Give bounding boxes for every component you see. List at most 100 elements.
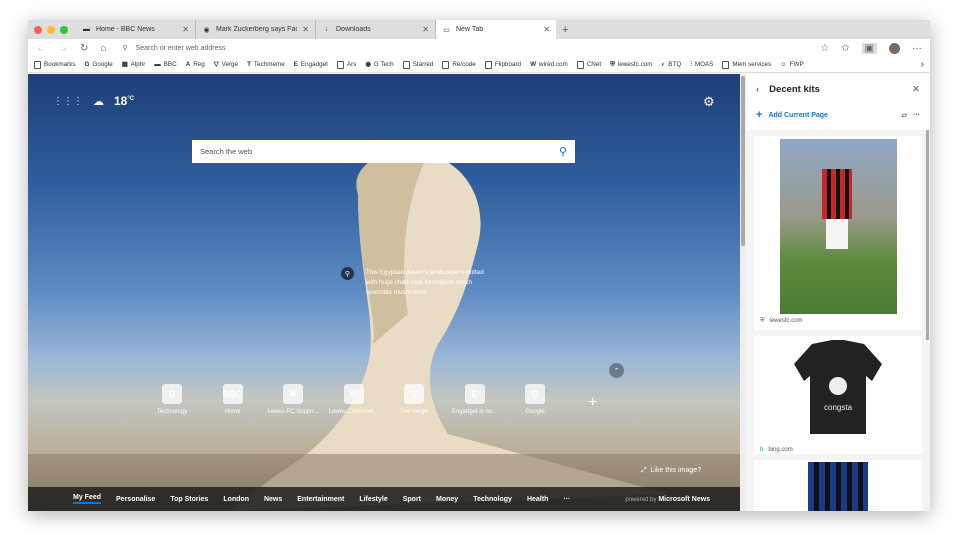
bookmark-lewesfc-com[interactable]: ⛨ lewesfc.com bbox=[610, 61, 652, 69]
feed-tab[interactable]: My Feed bbox=[73, 494, 102, 504]
bookmark-fwp[interactable]: ☺ FWP bbox=[780, 61, 803, 68]
like-image-button[interactable]: ⤢ Like this image? bbox=[641, 467, 701, 475]
bookmark-bbc[interactable]: ▬ BBC bbox=[154, 61, 176, 68]
card-source: bing.com bbox=[768, 447, 793, 453]
top-site-tile[interactable]: G Google bbox=[505, 384, 565, 415]
collections-sidebar: ‹ Decent kits ✕ + Add Current Page ▱ ··· ⛨ lew… bbox=[746, 74, 930, 511]
collections-icon[interactable]: ▣ bbox=[861, 42, 877, 54]
bookmark-google[interactable]: G Google bbox=[85, 61, 113, 68]
bookmark-label: lewesfc.com bbox=[617, 61, 653, 68]
maximize-window-button[interactable] bbox=[60, 25, 68, 34]
collection-card[interactable]: ⛨ lewesfc.com bbox=[754, 136, 922, 330]
guardian-icon: ◉ bbox=[203, 26, 210, 34]
back-chevron-icon[interactable]: ‹ bbox=[756, 84, 759, 95]
tab-new-tab[interactable]: ▭ New Tab ✕ bbox=[436, 20, 556, 39]
collection-title: Decent kits bbox=[769, 84, 820, 95]
more-options-icon[interactable]: ··· bbox=[913, 112, 920, 119]
bookmark-verge[interactable]: ▽ Verge bbox=[214, 61, 238, 68]
bookmark-moas[interactable]: ⫶ MOAS bbox=[690, 61, 713, 69]
top-site-tile[interactable]: BBC Home bbox=[203, 384, 263, 415]
microsoft-news-link[interactable]: Microsoft News bbox=[658, 496, 710, 503]
top-site-tile[interactable]: ▽ The Verge bbox=[384, 384, 444, 415]
bookmark-label: Bookmarks bbox=[44, 61, 76, 68]
bookmark-icon: ◐ bbox=[661, 61, 666, 68]
close-icon[interactable]: ✕ bbox=[912, 84, 920, 95]
site-icon: ⛨ bbox=[343, 384, 364, 404]
bookmark-label: Engadget bbox=[300, 61, 328, 68]
avatar[interactable] bbox=[889, 42, 900, 54]
bookmark-re-code[interactable]: Re/code bbox=[442, 60, 476, 69]
close-tab-icon[interactable]: ✕ bbox=[182, 25, 189, 34]
close-window-button[interactable] bbox=[34, 25, 42, 34]
feed-tab[interactable]: Lifestyle bbox=[359, 496, 387, 503]
collection-card[interactable]: congsta b bing.com bbox=[754, 336, 922, 454]
close-tab-icon[interactable]: ✕ bbox=[302, 25, 309, 34]
feed-tab[interactable]: Top Stories bbox=[170, 496, 208, 503]
top-site-tile[interactable]: ⛨ Lewes Communi... bbox=[324, 384, 384, 415]
bookmark-icon bbox=[442, 60, 450, 69]
settings-gear-icon[interactable]: ⚙ bbox=[703, 94, 715, 110]
feed-tab[interactable]: Entertainment bbox=[297, 496, 344, 503]
bookmark-ars[interactable]: Ars bbox=[336, 60, 356, 69]
bookmark-flipboard[interactable]: Flipboard bbox=[484, 60, 521, 69]
close-tab-icon[interactable]: ✕ bbox=[422, 25, 429, 34]
top-site-tile[interactable]: ⛨ Lewes FC Suppo... bbox=[263, 384, 323, 415]
web-search-input[interactable]: Search the web ⚲ bbox=[192, 140, 575, 163]
feed-tab[interactable]: Health bbox=[527, 496, 548, 503]
collection-card[interactable] bbox=[754, 460, 922, 511]
more-bookmarks-chevron-icon[interactable]: › bbox=[921, 59, 924, 70]
new-tab-button[interactable]: + bbox=[556, 24, 568, 36]
bookmark-btq[interactable]: ◐ BTQ bbox=[661, 61, 681, 68]
bookmark-label: Techmeme bbox=[253, 61, 285, 68]
search-icon[interactable]: ⚲ bbox=[559, 145, 567, 158]
weather-widget[interactable]: ⋮⋮⋮ ☁ 18°C bbox=[53, 94, 134, 108]
apps-grid-icon[interactable]: ⋮⋮⋮ bbox=[53, 96, 83, 107]
search-placeholder: Search the web bbox=[200, 147, 253, 156]
feed-tab[interactable]: Money bbox=[436, 496, 458, 503]
bookmark-starred[interactable]: Starred bbox=[402, 60, 433, 69]
bookmark-bookmarks[interactable]: Bookmarks bbox=[34, 60, 76, 69]
download-icon: ↓ bbox=[324, 26, 329, 33]
top-site-tile[interactable]: E Engadget is no... bbox=[445, 384, 505, 415]
favorite-star-icon[interactable]: ☆ bbox=[820, 43, 829, 54]
sidebar-scrollbar[interactable] bbox=[926, 130, 929, 340]
minimize-window-button[interactable] bbox=[47, 25, 55, 34]
bookmark-icon bbox=[34, 60, 41, 69]
bookmark-reg[interactable]: A Reg bbox=[186, 61, 205, 68]
home-button[interactable]: ⌂ bbox=[100, 43, 106, 54]
feed-tab[interactable]: Sport bbox=[403, 496, 421, 503]
bookmark-wired-com[interactable]: Wwired.com bbox=[530, 61, 568, 68]
bookmark-mem-services[interactable]: Mem services bbox=[722, 60, 771, 69]
feed-tab[interactable]: News bbox=[264, 496, 282, 503]
top-site-tile[interactable]: G Technology bbox=[142, 384, 202, 415]
back-button[interactable]: ← bbox=[36, 43, 46, 54]
feed-tab[interactable]: Technology bbox=[473, 496, 512, 503]
bookmark-techmeme[interactable]: T Techmeme bbox=[247, 61, 285, 68]
feed-tab[interactable]: ··· bbox=[563, 496, 570, 503]
favorites-icon[interactable]: ✩ bbox=[841, 43, 849, 54]
more-menu-button[interactable]: ··· bbox=[912, 43, 922, 54]
bookmark-cnet[interactable]: CNet bbox=[576, 60, 601, 69]
note-icon[interactable]: ▱ bbox=[902, 111, 907, 119]
tab-zuckerberg[interactable]: ◉ Mark Zuckerberg says Facebo ✕ bbox=[196, 20, 316, 39]
tab-downloads[interactable]: ↓ Downloads ✕ bbox=[316, 20, 436, 39]
close-tab-icon[interactable]: ✕ bbox=[543, 25, 550, 34]
bookmark-engadget[interactable]: E Engadget bbox=[294, 61, 328, 68]
tab-bbc[interactable]: ▬ Home - BBC News ✕ bbox=[76, 20, 196, 39]
feed-tab[interactable]: London bbox=[223, 496, 249, 503]
forward-button[interactable]: → bbox=[58, 43, 68, 54]
bookmark-g-tech[interactable]: ◉ G Tech bbox=[365, 61, 393, 68]
powered-by-label: powered by bbox=[625, 496, 657, 503]
site-icon: ⛨ bbox=[283, 384, 303, 404]
address-input[interactable]: ⚲ Search or enter web address bbox=[118, 40, 809, 56]
add-current-page-button[interactable]: Add Current Page bbox=[768, 112, 895, 119]
refresh-button[interactable]: ↻ bbox=[80, 43, 88, 54]
bookmark-alphr[interactable]: ▦ Alphr bbox=[122, 61, 146, 68]
site-icon: ▽ bbox=[404, 384, 424, 404]
add-tile-button[interactable]: + bbox=[588, 394, 597, 412]
bookmark-icon bbox=[484, 60, 492, 69]
expand-icon: ⤢ bbox=[641, 467, 647, 474]
feed-tab[interactable]: Personalise bbox=[116, 496, 155, 503]
image-info-icon[interactable]: ⚲ bbox=[341, 267, 354, 280]
scroll-up-button[interactable]: ⌃ bbox=[609, 363, 624, 378]
